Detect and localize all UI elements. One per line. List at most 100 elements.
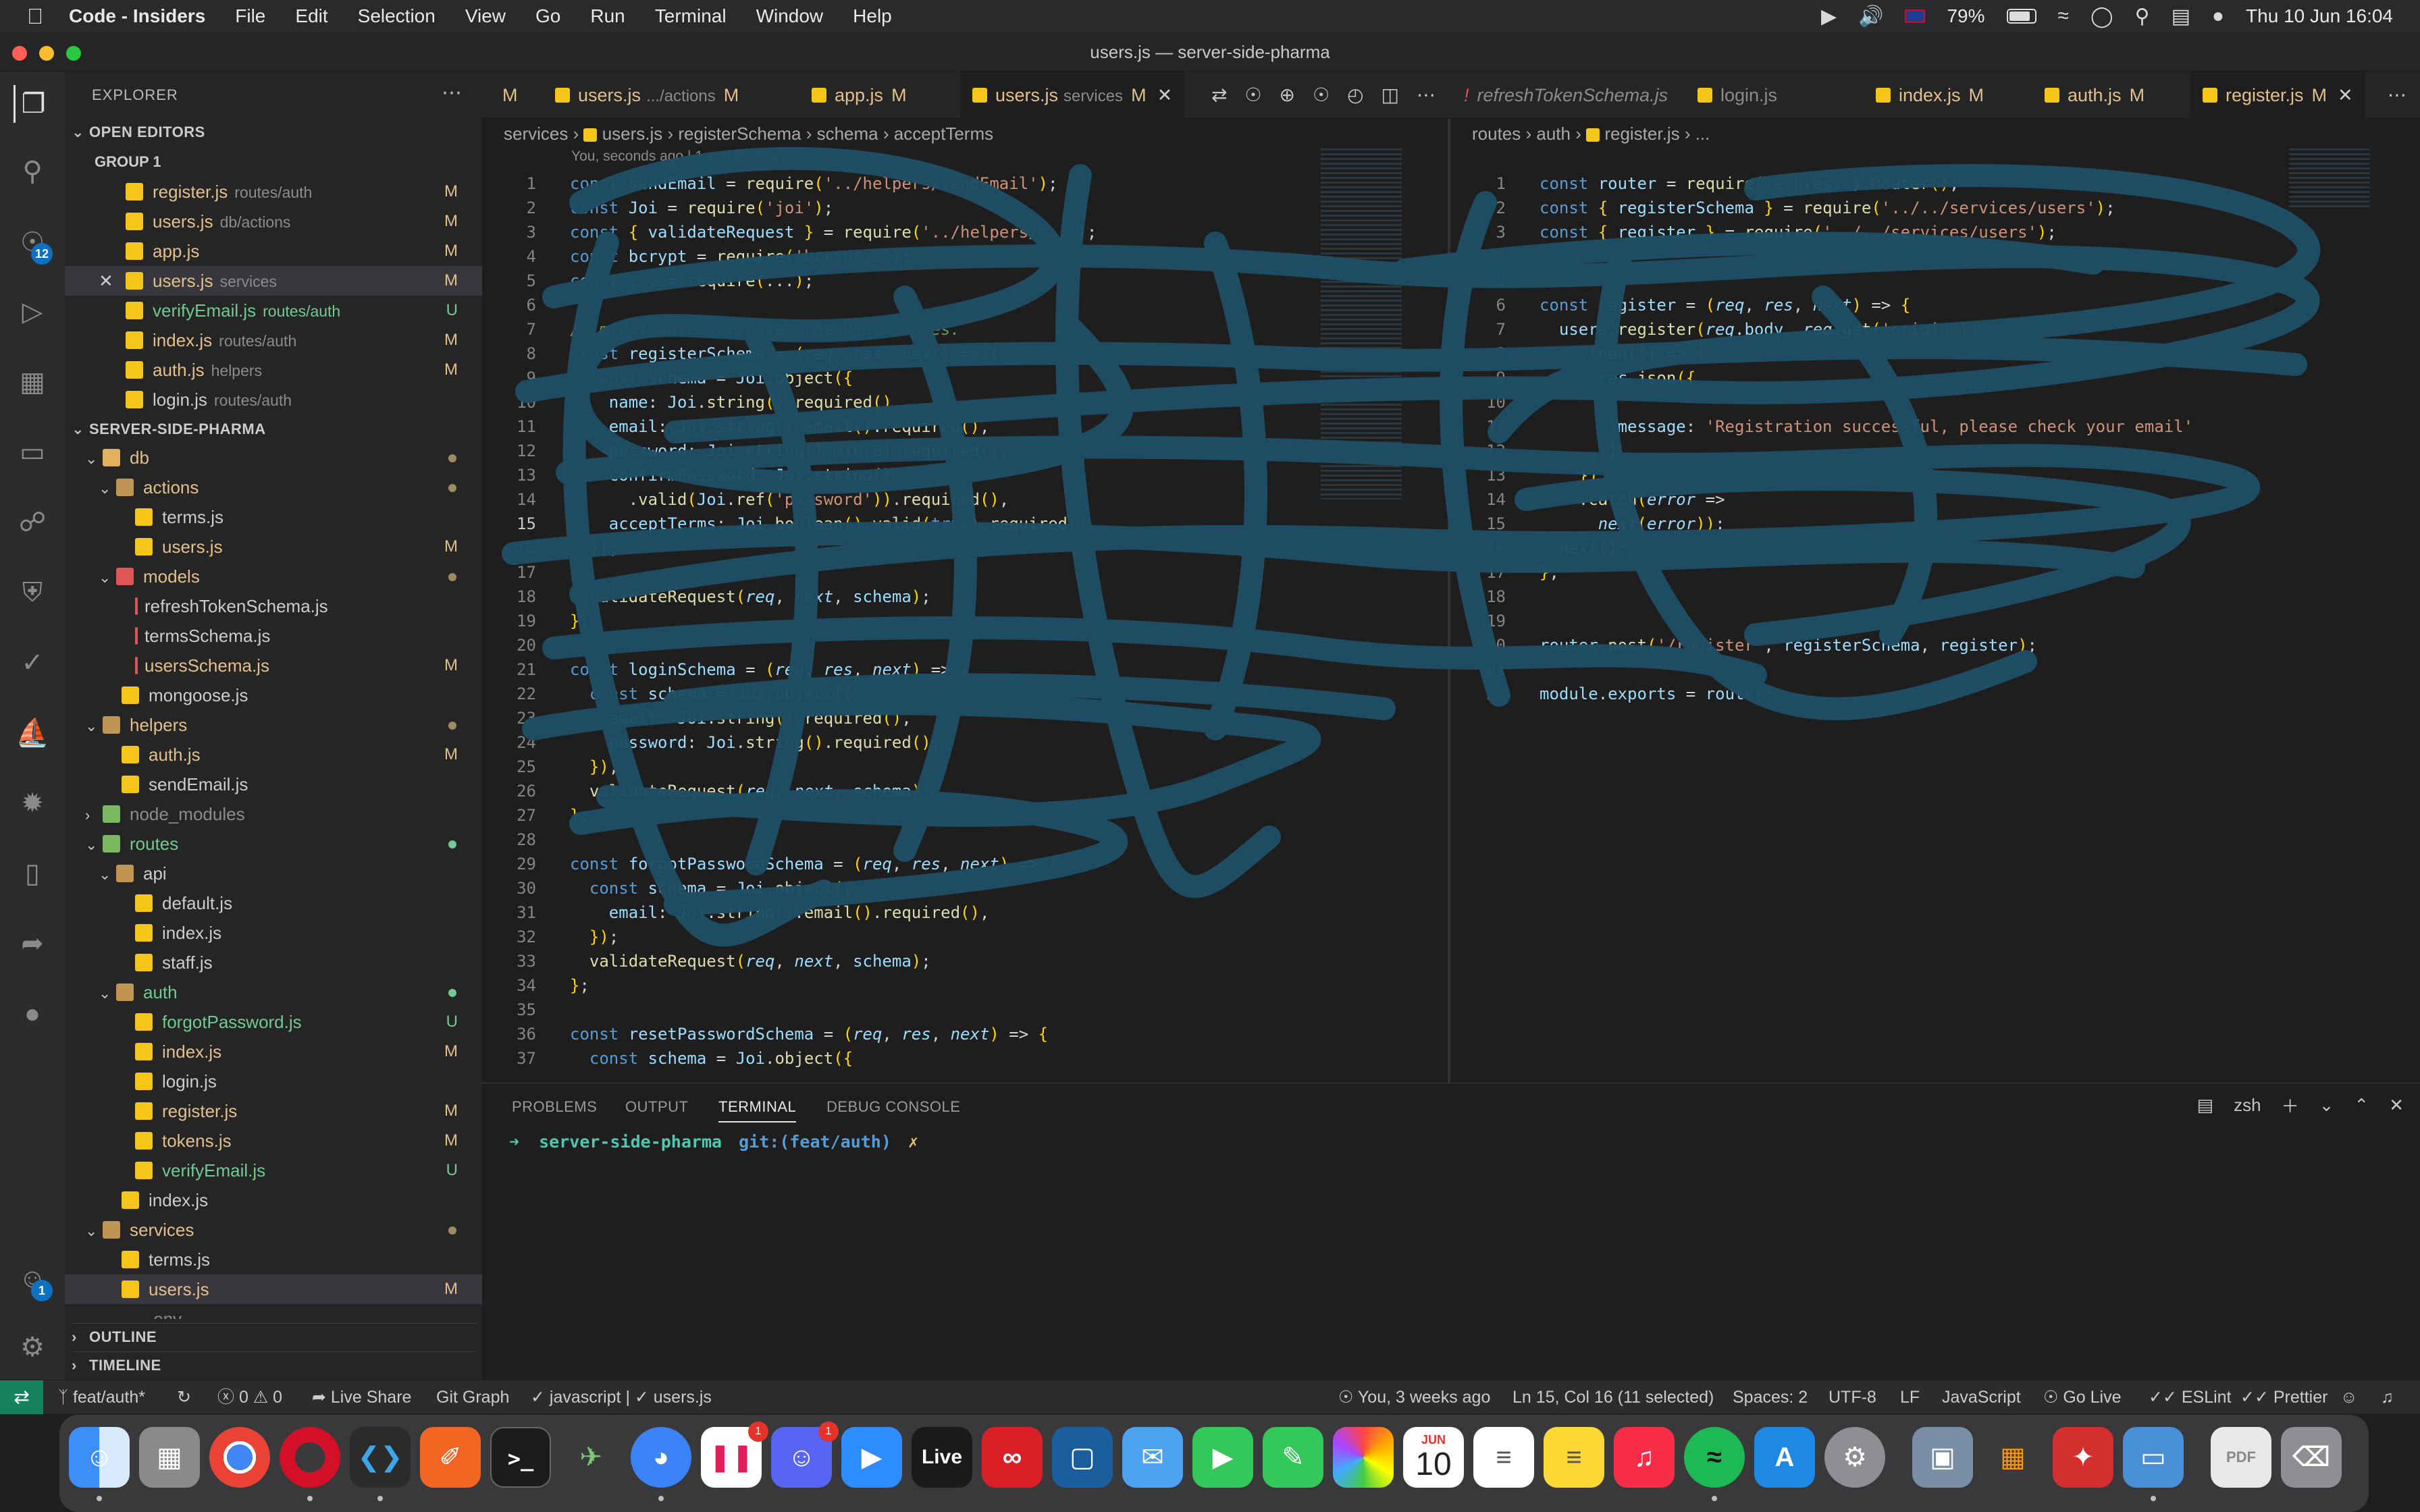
feedback-icon[interactable]: ☺ — [2340, 1380, 2358, 1414]
code-line[interactable]: 34}; — [482, 973, 589, 998]
code-line[interactable]: 24 password: Joi.string().required(), — [482, 730, 941, 755]
testing-icon[interactable]: ✓ — [14, 644, 51, 682]
mail-icon[interactable]: ✉ — [1122, 1427, 1183, 1488]
code-line[interactable]: 1 const sendEmail = require('../helpers/s… — [482, 171, 1058, 196]
menu-window[interactable]: Window — [756, 5, 824, 27]
finder-icon[interactable]: ☺ — [69, 1427, 130, 1488]
tree-folder-auth[interactable]: ⌄ auth — [65, 977, 482, 1007]
prettier-status[interactable]: ✓✓ Prettier — [2240, 1380, 2327, 1414]
minimize-window-button[interactable] — [39, 46, 54, 61]
minimap-right[interactable] — [2289, 148, 2370, 209]
minimap-left[interactable] — [1321, 148, 1402, 500]
breadcrumb-item[interactable]: schema — [817, 124, 878, 144]
tree-file-terms-actions[interactable]: terms.js — [65, 502, 482, 532]
code-line[interactable]: 4 — [1452, 244, 1540, 269]
breadcrumb-item[interactable]: acceptTerms — [894, 124, 993, 144]
language-mode[interactable]: JavaScript — [1942, 1380, 2021, 1414]
launchpad-icon[interactable]: ▦ — [139, 1427, 200, 1488]
git-blame-lens[interactable]: You, seconds ago | 1 author (You) — [571, 148, 785, 165]
code-editor-left[interactable]: 1 const sendEmail = require('../helpers/s… — [482, 171, 1452, 1083]
photos-icon[interactable] — [1333, 1427, 1394, 1488]
tree-file-mongoose[interactable]: mongoose.js — [65, 680, 482, 710]
tree-file-index-auth[interactable]: index.js M — [65, 1037, 482, 1066]
tree-file-login[interactable]: login.js — [65, 1066, 482, 1096]
tree-file-users-services[interactable]: users.js M — [65, 1274, 482, 1304]
extensions-icon[interactable]: ▦ — [14, 363, 51, 401]
tree-file-tokens[interactable]: tokens.js M — [65, 1126, 482, 1156]
open-editor-auth[interactable]: auth.js helpers M — [65, 355, 482, 385]
close-editor-icon[interactable]: ✕ — [99, 266, 126, 296]
git-commit-prev-icon[interactable]: ☉ — [1244, 72, 1261, 119]
acrobat-icon[interactable]: ✦ — [2053, 1427, 2113, 1488]
code-line[interactable]: 28 — [482, 828, 570, 852]
code-line[interactable]: 5 — [1452, 269, 1540, 293]
code-line[interactable]: 19}; — [482, 609, 589, 633]
code-line[interactable]: 21 — [1452, 657, 1540, 682]
volume-icon[interactable]: 🔊 — [1858, 5, 1883, 28]
trash-icon[interactable]: ⌫ — [2281, 1427, 2342, 1488]
tree-file-refreshtokenschema[interactable]: refreshTokenSchema.js — [65, 591, 482, 621]
tab-users-services[interactable]: users.js services M ✕ — [960, 72, 1185, 119]
code-line[interactable]: 32 }); — [482, 925, 619, 949]
tree-file-env[interactable]: ≡.env — [65, 1304, 482, 1319]
zoom-icon[interactable]: ▶ — [841, 1427, 902, 1488]
kubernetes-icon[interactable]: ✹ — [14, 784, 51, 822]
rocket-app-icon[interactable]: ✈ — [560, 1427, 621, 1488]
cursor-position[interactable]: Ln 15, Col 16 (11 selected) — [1512, 1380, 1714, 1414]
code-line[interactable]: 6 — [482, 293, 570, 317]
code-line[interactable]: 6 const register = (req, res, next) => { — [1452, 293, 1911, 317]
end-of-line[interactable]: LF — [1900, 1380, 1920, 1414]
code-line[interactable]: 7 users.register(req.body, req.get('orig… — [1452, 317, 1979, 342]
panel-tab-debug-console[interactable]: DEBUG CONSOLE — [826, 1098, 960, 1116]
code-line[interactable]: 30 const schema = Joi.object({ — [482, 876, 853, 900]
code-line[interactable]: 21 const loginSchema = (req, res, next) =… — [482, 657, 970, 682]
wifi-icon[interactable]: ≈ — [2058, 5, 2069, 28]
breadcrumb-item[interactable]: ... — [1695, 124, 1710, 144]
open-editor-index[interactable]: index.js routes/auth M — [65, 325, 482, 355]
user-icon[interactable]: ◯ — [2090, 5, 2113, 28]
menu-view[interactable]: View — [465, 5, 506, 27]
tree-file-verifyemail[interactable]: verifyEmail.js U — [65, 1156, 482, 1185]
code-line[interactable]: 25 }); — [482, 755, 619, 779]
terminal-prompt[interactable]: ➜ server-side-pharma git:(feat/auth) ✗ — [509, 1132, 918, 1152]
breadcrumb-item[interactable]: services — [504, 124, 568, 144]
tree-file-usersschema[interactable]: usersSchema.js M — [65, 651, 482, 680]
reminders-icon[interactable]: ≡ — [1473, 1427, 1534, 1488]
encoding[interactable]: UTF-8 — [1829, 1380, 1876, 1414]
code-line[interactable]: 14 .catch(error => — [1452, 487, 1725, 512]
menu-go[interactable]: Go — [535, 5, 560, 27]
timeline-header[interactable]: › TIMELINE — [72, 1351, 477, 1378]
search-icon[interactable]: ⚲ — [2135, 5, 2150, 28]
battery-icon[interactable] — [2006, 9, 2036, 24]
run-debug-icon[interactable]: ▷ — [14, 293, 51, 331]
system-preferences-icon[interactable]: ⚙ — [1824, 1427, 1885, 1488]
lint-status[interactable]: ✓ javascript | ✓ users.js — [531, 1380, 712, 1414]
zoom-window-button[interactable] — [66, 46, 81, 61]
new-terminal-icon[interactable]: ＋ — [2282, 1093, 2299, 1118]
go-live-button[interactable]: ☉ Go Live — [2043, 1380, 2122, 1414]
live-share-button[interactable]: ➦ Live Share — [312, 1380, 411, 1414]
notifications-bell-icon[interactable]: ♫ — [2381, 1380, 2394, 1414]
close-tab-icon[interactable]: ✕ — [1157, 85, 1173, 105]
code-line[interactable]: 16 }); — [482, 536, 619, 560]
app-store-icon[interactable]: A — [1754, 1427, 1815, 1488]
app-menu[interactable]: Code - Insiders — [69, 5, 205, 27]
live-share-icon[interactable]: ➦ — [14, 925, 51, 963]
tree-file-auth-helpers[interactable]: auth.js M — [65, 740, 482, 770]
tree-file-sendemail[interactable]: sendEmail.js — [65, 770, 482, 799]
calculator-icon[interactable]: ▦ — [1982, 1427, 2043, 1488]
tree-file-index-routes[interactable]: index.js — [65, 1185, 482, 1215]
tree-file-index-api[interactable]: index.js — [65, 918, 482, 948]
open-editor-login[interactable]: login.js routes/auth — [65, 385, 482, 414]
panel-tab-problems[interactable]: PROBLEMS — [512, 1098, 597, 1116]
close-window-button[interactable] — [12, 46, 27, 61]
github-desktop-icon[interactable]: ◕ — [631, 1427, 691, 1488]
security-icon[interactable]: ⛨ — [14, 574, 51, 612]
apple-menu-icon[interactable]:  — [27, 4, 43, 29]
git-commit-next-icon[interactable]: ☉ — [1313, 72, 1330, 119]
breadcrumb-item[interactable]: register.js — [1604, 124, 1679, 144]
explorer-more-icon[interactable]: ⋯ — [442, 81, 462, 105]
more-actions-icon[interactable]: ⋯ — [1417, 72, 1436, 119]
code-editor-right[interactable]: 1 const router = require('express').Route… — [1452, 171, 2420, 1083]
tree-folder-services[interactable]: ⌄ services — [65, 1215, 482, 1245]
